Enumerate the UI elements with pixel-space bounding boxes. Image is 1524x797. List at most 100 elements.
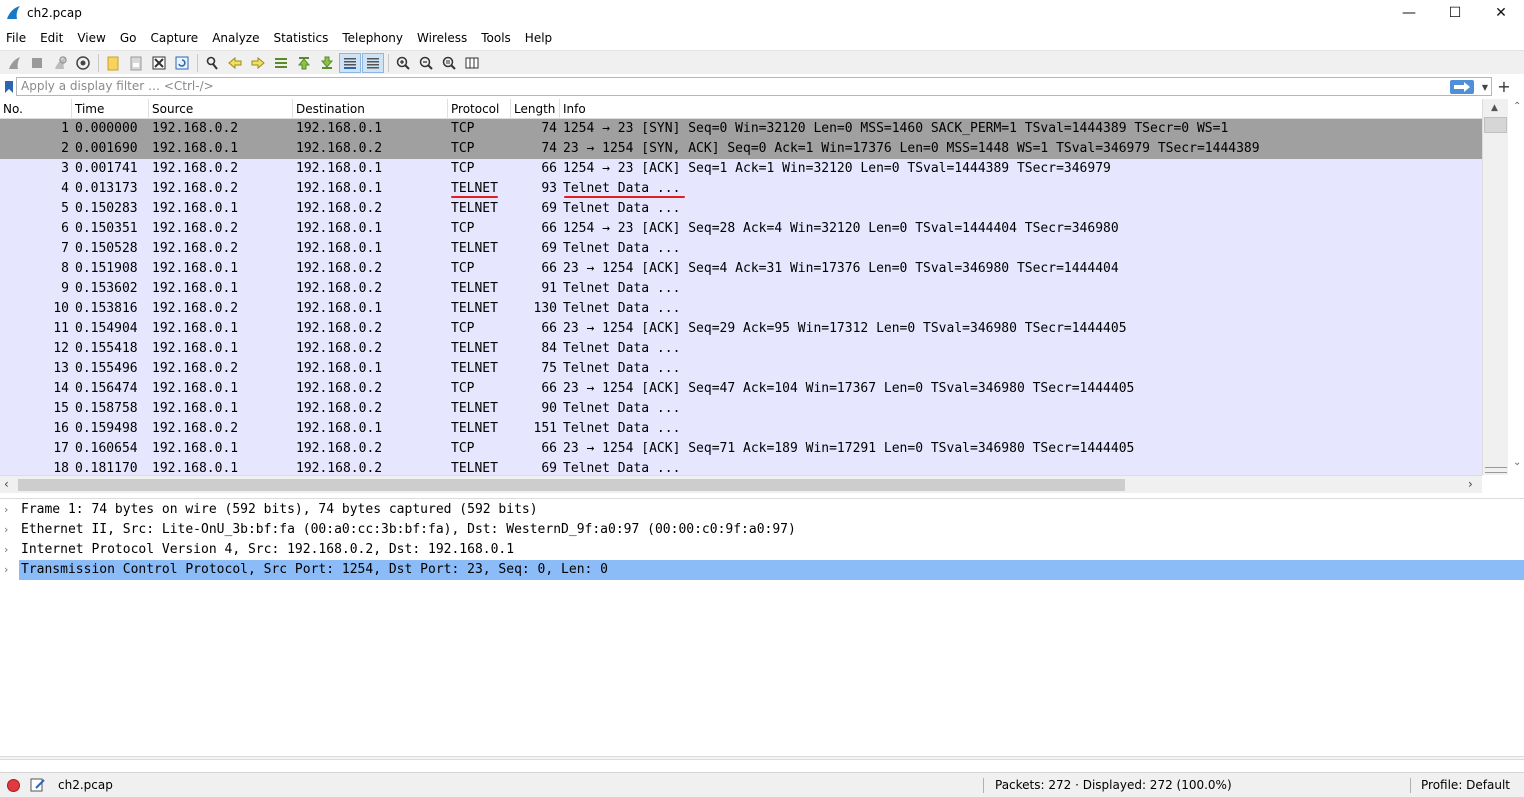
apply-filter-arrow-icon[interactable]	[1450, 80, 1474, 94]
packet-row[interactable]: 15 0.158758 192.168.0.1 192.168.0.2 TELNET 90…	[0, 399, 1482, 419]
reload-file-icon[interactable]	[171, 53, 193, 73]
menu-file[interactable]: File	[0, 31, 34, 45]
menu-telephony[interactable]: Telephony	[336, 31, 411, 45]
packet-row[interactable]: 2 0.001690 192.168.0.1 192.168.0.2 TCP 74 23 →…	[0, 139, 1482, 159]
open-file-icon[interactable]	[102, 53, 124, 73]
scroll-left-arrow-icon[interactable]: ‹	[4, 477, 9, 491]
go-back-icon[interactable]	[224, 53, 246, 73]
menu-capture[interactable]: Capture	[144, 31, 206, 45]
expert-info-indicator-icon[interactable]	[7, 779, 20, 792]
filter-history-chevron-down-icon[interactable]: ▼	[1479, 80, 1491, 94]
column-header-protocol[interactable]: Protocol	[448, 99, 511, 119]
scroll-up-arrow-icon[interactable]: ▲	[1491, 103, 1498, 113]
packet-time: 0.151908	[75, 261, 138, 276]
zoom-out-icon[interactable]	[415, 53, 437, 73]
packet-no: 4	[61, 181, 69, 196]
packet-row[interactable]: 6 0.150351 192.168.0.2 192.168.0.1 TCP 66 1254…	[0, 219, 1482, 239]
autoscroll-icon[interactable]	[339, 52, 361, 73]
packet-row[interactable]: 3 0.001741 192.168.0.2 192.168.0.1 TCP 66 1254…	[0, 159, 1482, 179]
packet-row[interactable]: 11 0.154904 192.168.0.1 192.168.0.2 TCP 66 23 …	[0, 319, 1482, 339]
packet-protocol: TELNET	[451, 461, 498, 475]
column-header-time[interactable]: Time	[72, 99, 149, 119]
packet-row[interactable]: 9 0.153602 192.168.0.1 192.168.0.2 TELNET 91 T…	[0, 279, 1482, 299]
packet-info: 23 → 1254 [ACK] Seq=4 Ack=31 Win=17376 L…	[563, 261, 1119, 276]
packet-list-vertical-scrollbar[interactable]: ▲	[1482, 99, 1508, 475]
packet-row[interactable]: 12 0.155418 192.168.0.1 192.168.0.2 TELNET 84…	[0, 339, 1482, 359]
stop-capture-icon[interactable]	[26, 53, 48, 73]
scroll-right-arrow-icon[interactable]: ›	[1468, 477, 1473, 491]
column-header-destination[interactable]: Destination	[293, 99, 448, 119]
packet-time: 0.160654	[75, 441, 138, 456]
status-profile[interactable]: Profile: Default	[1421, 778, 1510, 792]
packet-destination: 192.168.0.2	[296, 341, 383, 356]
packet-list-horizontal-scrollbar[interactable]: ‹ ›	[0, 475, 1482, 493]
pane-splitter[interactable]	[0, 756, 1524, 760]
capture-comment-icon[interactable]	[30, 777, 46, 793]
menu-analyze[interactable]: Analyze	[206, 31, 267, 45]
start-capture-icon[interactable]	[3, 53, 25, 73]
packet-row[interactable]: 13 0.155496 192.168.0.2 192.168.0.1 TELNET 75…	[0, 359, 1482, 379]
close-file-icon[interactable]	[148, 53, 170, 73]
packet-destination: 192.168.0.1	[296, 421, 383, 436]
menu-view[interactable]: View	[71, 31, 113, 45]
save-file-icon[interactable]	[125, 53, 147, 73]
menu-tools[interactable]: Tools	[475, 31, 519, 45]
expand-chevron-right-icon[interactable]: ›	[4, 560, 14, 580]
close-button[interactable]: ✕	[1478, 0, 1524, 26]
scrollbar-thumb[interactable]	[1484, 117, 1507, 133]
menu-statistics[interactable]: Statistics	[267, 31, 336, 45]
packet-source: 192.168.0.2	[152, 301, 239, 316]
packet-row[interactable]: 16 0.159498 192.168.0.2 192.168.0.1 TELNET 15…	[0, 419, 1482, 439]
packet-row[interactable]: 18 0.181170 192.168.0.1 192.168.0.2 TELNET 69…	[0, 459, 1482, 475]
detail-tree-item[interactable]: › Transmission Control Protocol, Src Port…	[0, 560, 1524, 580]
column-header-info[interactable]: Info	[560, 99, 1482, 119]
menu-wireless[interactable]: Wireless	[411, 31, 475, 45]
packet-no: 16	[53, 421, 69, 436]
scroll-up-arrow-icon[interactable]: ⌃	[1513, 101, 1521, 112]
packet-row[interactable]: 7 0.150528 192.168.0.2 192.168.0.1 TELNET 69 T…	[0, 239, 1482, 259]
bookmark-icon[interactable]	[2, 78, 16, 96]
first-packet-icon[interactable]	[293, 53, 315, 73]
packet-row[interactable]: 1 0.000000 192.168.0.2 192.168.0.1 TCP 74 1254…	[0, 119, 1482, 139]
packet-row[interactable]: 4 0.013173 192.168.0.2 192.168.0.1 TELNET 93 T…	[0, 179, 1482, 199]
packet-row[interactable]: 10 0.153816 192.168.0.2 192.168.0.1 TELNET 13…	[0, 299, 1482, 319]
scroll-down-arrow-icon[interactable]: ⌄	[1513, 457, 1521, 468]
horizontal-scrollbar-thumb[interactable]	[18, 479, 1125, 491]
column-header-no[interactable]: No.	[0, 99, 72, 119]
maximize-button[interactable]: ☐	[1432, 0, 1478, 26]
packet-minimap[interactable]: ⌃ ⌄	[1508, 99, 1524, 475]
detail-tree-item[interactable]: › Internet Protocol Version 4, Src: 192.1…	[0, 540, 1524, 560]
expand-chevron-right-icon[interactable]: ›	[4, 500, 14, 520]
packet-protocol: TCP	[451, 161, 475, 176]
resize-columns-icon[interactable]	[461, 53, 483, 73]
go-to-packet-icon[interactable]	[270, 53, 292, 73]
last-packet-icon[interactable]	[316, 53, 338, 73]
detail-tree-item[interactable]: › Ethernet II, Src: Lite-OnU_3b:bf:fa (00…	[0, 520, 1524, 540]
zoom-in-icon[interactable]	[392, 53, 414, 73]
colorize-icon[interactable]	[362, 52, 384, 73]
normal-size-icon[interactable]	[438, 53, 460, 73]
packet-length: 69	[541, 461, 557, 475]
go-forward-icon[interactable]	[247, 53, 269, 73]
display-filter-input[interactable]: Apply a display filter … <Ctrl-/>	[16, 77, 1492, 96]
packet-row[interactable]: 17 0.160654 192.168.0.1 192.168.0.2 TCP 66 23 …	[0, 439, 1482, 459]
menu-edit[interactable]: Edit	[34, 31, 71, 45]
packet-length: 74	[541, 141, 557, 156]
packet-row[interactable]: 8 0.151908 192.168.0.1 192.168.0.2 TCP 66 23 →…	[0, 259, 1482, 279]
minimize-button[interactable]: —	[1386, 0, 1432, 26]
packet-info: Telnet Data ...	[563, 401, 681, 416]
detail-tree-item[interactable]: › Frame 1: 74 bytes on wire (592 bits), 7…	[0, 500, 1524, 520]
column-header-source[interactable]: Source	[149, 99, 293, 119]
packet-row[interactable]: 5 0.150283 192.168.0.1 192.168.0.2 TELNET 69 T…	[0, 199, 1482, 219]
menu-help[interactable]: Help	[519, 31, 560, 45]
find-packet-icon[interactable]	[201, 53, 223, 73]
packet-row[interactable]: 14 0.156474 192.168.0.1 192.168.0.2 TCP 66 23 …	[0, 379, 1482, 399]
expand-chevron-right-icon[interactable]: ›	[4, 520, 14, 540]
add-filter-button-plus-icon[interactable]: +	[1496, 76, 1512, 96]
column-header-length[interactable]: Length	[511, 99, 560, 119]
expand-chevron-right-icon[interactable]: ›	[4, 540, 14, 560]
restart-capture-icon[interactable]	[49, 53, 71, 73]
capture-options-icon[interactable]	[72, 53, 94, 73]
packet-time: 0.181170	[75, 461, 138, 475]
menu-go[interactable]: Go	[114, 31, 145, 45]
